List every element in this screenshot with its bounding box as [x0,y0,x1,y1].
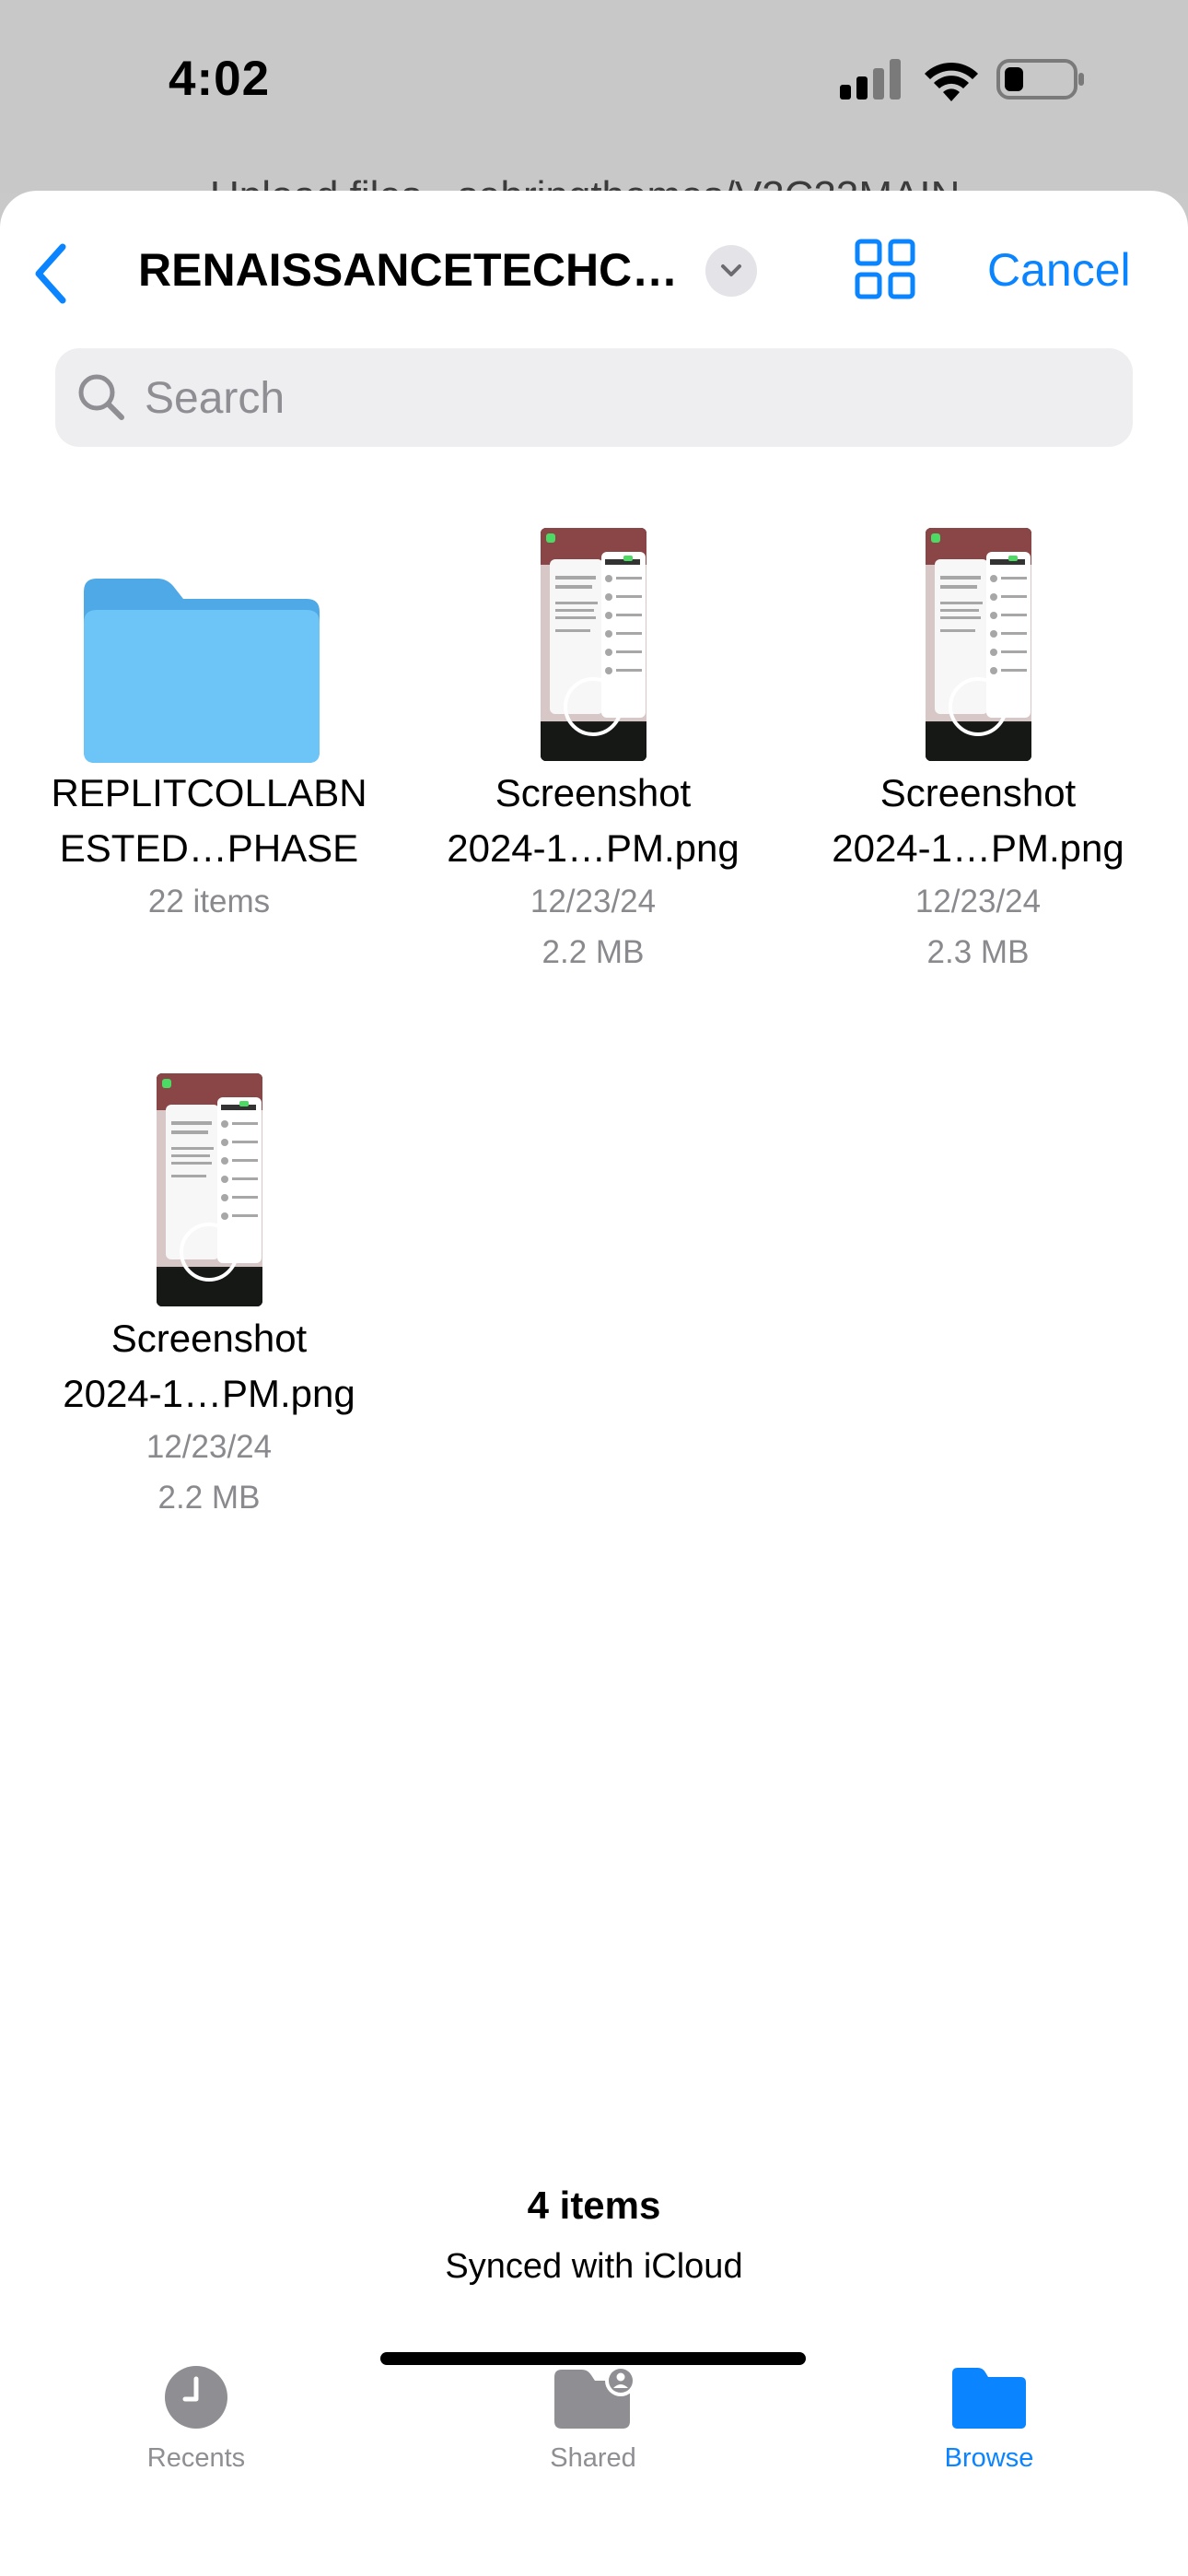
tab-bar: Recents Shared Browse [0,2344,1188,2565]
folder-title[interactable]: RENAISSANCETECHCOLLABNESTED [138,243,681,297]
file-item[interactable]: Screenshot 2024-1…PM.png 12/23/24 2.2 MB [25,1073,393,1523]
image-thumbnail [157,1073,262,1306]
cellular-signal-icon [840,59,901,100]
file-picker-sheet: RENAISSANCETECHCOLLABNESTED Cancel [0,191,1188,2576]
item-date: 12/23/24 [530,884,657,919]
navigation-bar: RENAISSANCETECHCOLLABNESTED Cancel [0,191,1188,352]
item-size: 2.3 MB [926,934,1030,970]
folder-item[interactable]: REPLITCOLLABN ESTED…PHASE 22 items [25,528,393,927]
chevron-down-icon [721,264,741,276]
item-date: 12/23/24 [146,1429,273,1465]
battery-icon [996,59,1084,100]
item-name-line1: Screenshot [495,771,692,814]
grid-view-icon[interactable] [855,239,915,299]
clock-icon [165,2366,227,2429]
item-count: 22 items [147,884,271,919]
search-bar[interactable] [55,348,1133,447]
status-time: 4:02 [169,52,271,106]
item-name-line1: Screenshot [111,1317,308,1360]
item-count-label: 4 items [527,2184,661,2227]
image-thumbnail [926,528,1031,761]
item-date: 12/23/24 [914,884,1042,919]
tab-recents[interactable]: Recents [86,2364,307,2474]
title-menu-button[interactable] [705,245,757,297]
item-size: 2.2 MB [542,934,645,970]
sync-status: Synced with iCloud [445,2247,743,2286]
tab-shared[interactable]: Shared [483,2364,704,2474]
folder-icon [952,2368,1026,2429]
tab-label: Shared [550,2443,636,2473]
status-bar: 4:02 Upload files · sebringthemes/V2C23M… [0,0,1188,218]
home-indicator [380,2352,806,2365]
search-icon [78,374,124,420]
item-size: 2.2 MB [157,1480,261,1516]
search-input[interactable] [143,369,1113,427]
folder-icon [84,579,320,763]
image-thumbnail [541,528,646,761]
item-name-line2: 2024-1…PM.png [447,826,740,870]
chevron-left-icon[interactable] [28,241,74,306]
item-name-line2: 2024-1…PM.png [63,1372,355,1415]
item-name-line2: ESTED…PHASE [59,826,359,870]
shared-folder-icon [554,2365,636,2429]
file-item[interactable]: Screenshot 2024-1…PM.png 12/23/24 2.2 MB [409,528,777,978]
tab-browse[interactable]: Browse [879,2364,1100,2474]
item-name-line2: 2024-1…PM.png [832,826,1124,870]
item-name-line1: Screenshot [879,771,1077,814]
tab-label: Recents [146,2443,246,2473]
cancel-button[interactable]: Cancel [987,243,1131,297]
file-item[interactable]: Screenshot 2024-1…PM.png 12/23/24 2.3 MB [794,528,1162,978]
tab-label: Browse [944,2443,1034,2473]
wifi-icon [925,62,978,101]
item-name-line1: REPLITCOLLABN [51,771,367,814]
